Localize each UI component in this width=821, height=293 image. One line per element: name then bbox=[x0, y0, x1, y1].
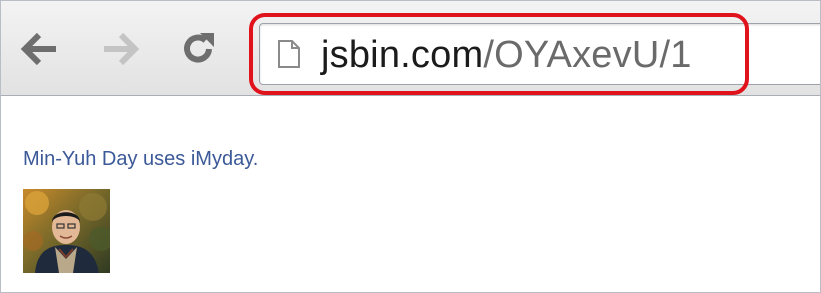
url-highlight-box bbox=[249, 13, 749, 95]
avatar[interactable] bbox=[23, 189, 113, 273]
forward-button[interactable] bbox=[97, 27, 143, 71]
forward-arrow-icon bbox=[104, 32, 140, 66]
reload-button[interactable] bbox=[175, 27, 221, 71]
browser-toolbar: jsbin.com/OYAxevU/1 bbox=[1, 1, 820, 96]
back-arrow-icon bbox=[20, 32, 56, 66]
reload-icon bbox=[184, 33, 214, 63]
status-text[interactable]: Min-Yuh Day uses iMyday. bbox=[23, 147, 258, 171]
browser-window: jsbin.com/OYAxevU/1 Min-Yuh Day uses iMy… bbox=[0, 0, 821, 293]
page-content: Min-Yuh Day uses iMyday. bbox=[23, 147, 258, 171]
back-button[interactable] bbox=[17, 27, 63, 71]
